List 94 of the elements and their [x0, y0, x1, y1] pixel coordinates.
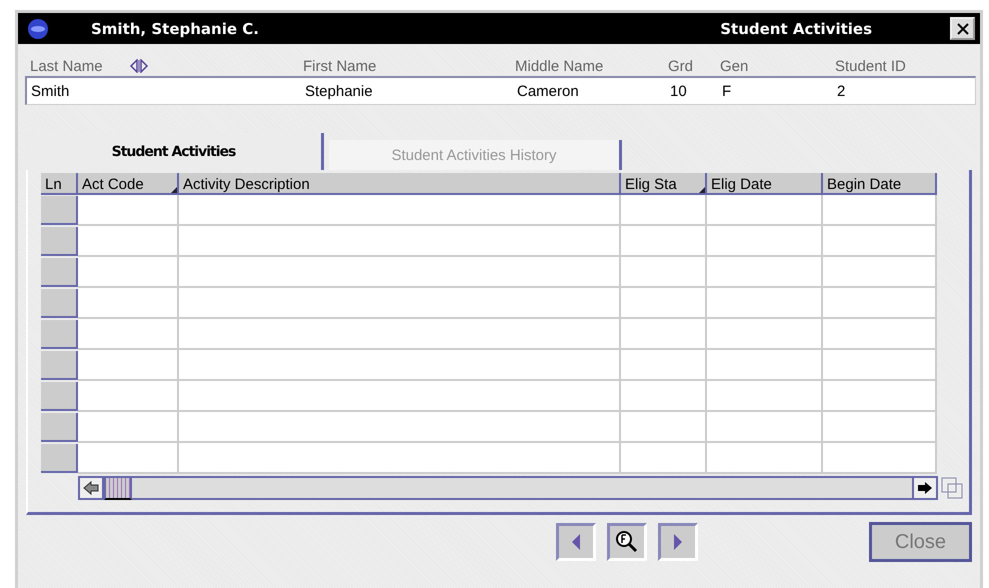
table-cell[interactable]: [621, 257, 707, 288]
table-cell[interactable]: [78, 443, 179, 474]
field-label: Gen: [720, 58, 748, 74]
field-label: Middle Name: [515, 58, 604, 74]
next-button[interactable]: [658, 523, 698, 561]
row-header[interactable]: [41, 289, 78, 318]
close-icon: [956, 22, 968, 34]
table-cell[interactable]: [823, 412, 937, 443]
table-cell[interactable]: [823, 319, 937, 350]
column-header[interactable]: Elig Date: [707, 173, 823, 195]
table-cell[interactable]: [78, 319, 179, 350]
table-cell[interactable]: [78, 412, 179, 443]
field-label: Grd: [668, 58, 694, 74]
right-arrow-icon: [916, 480, 934, 496]
table-cell[interactable]: [179, 412, 621, 443]
table-cell[interactable]: [823, 195, 937, 226]
field-value: 10: [670, 82, 688, 100]
field-value: 2: [837, 82, 846, 100]
table-cell[interactable]: [179, 257, 621, 288]
module-title: Student Activities: [720, 20, 872, 38]
table-cell[interactable]: [78, 195, 179, 226]
field-value: Cameron: [517, 82, 580, 100]
row-header[interactable]: [41, 227, 78, 256]
table-cell[interactable]: [707, 226, 823, 257]
horizontal-scrollbar[interactable]: [78, 474, 963, 502]
table-cell[interactable]: [621, 195, 707, 226]
table-cell[interactable]: [179, 319, 621, 350]
table-cell[interactable]: [78, 226, 179, 257]
column-header[interactable]: Begin Date: [823, 173, 937, 195]
table-cell[interactable]: [78, 350, 179, 381]
previous-button[interactable]: [556, 523, 596, 561]
field-label: Student ID: [835, 58, 906, 74]
row-header[interactable]: [41, 413, 78, 442]
sort-arrows-icon: [128, 59, 149, 73]
scroll-thumb[interactable]: [104, 476, 132, 500]
table-cell[interactable]: [707, 350, 823, 381]
table-cell[interactable]: [78, 257, 179, 288]
scroll-right-button[interactable]: [912, 476, 938, 500]
student-field[interactable]: Smith Stephanie Cameron 10 F 2: [25, 76, 976, 105]
table-cell[interactable]: [179, 443, 621, 474]
table-cell[interactable]: [823, 350, 937, 381]
table-cell[interactable]: [707, 288, 823, 319]
column-header[interactable]: Activity Description: [179, 173, 621, 195]
table-cell[interactable]: [823, 288, 937, 319]
table-cell[interactable]: [78, 288, 179, 319]
table-cell[interactable]: [707, 195, 823, 226]
table-cell[interactable]: [707, 412, 823, 443]
field-value: F: [722, 82, 732, 100]
table-cell[interactable]: [621, 350, 707, 381]
table-cell[interactable]: [823, 443, 937, 474]
row-header[interactable]: [41, 351, 78, 380]
table-cell[interactable]: [621, 226, 707, 257]
close-button[interactable]: [950, 17, 975, 40]
table-cell[interactable]: [621, 412, 707, 443]
magnifier-icon: [615, 530, 639, 554]
scroll-left-button[interactable]: [78, 476, 104, 500]
table-cell[interactable]: [707, 319, 823, 350]
field-label: Last Name: [30, 58, 103, 74]
table-cell[interactable]: [823, 381, 937, 412]
window-title: Smith, Stephanie C.: [91, 20, 260, 38]
column-header[interactable]: Elig Sta: [621, 173, 707, 195]
right-triangle-icon: [672, 533, 684, 551]
table-cell[interactable]: [621, 288, 707, 319]
column-header[interactable]: Act Code: [78, 173, 179, 195]
field-value: Stephanie: [305, 82, 374, 100]
row-header[interactable]: [41, 382, 78, 411]
table-cell[interactable]: [707, 443, 823, 474]
table-cell[interactable]: [823, 257, 937, 288]
table-cell[interactable]: [179, 350, 621, 381]
table-cell[interactable]: [621, 443, 707, 474]
column-header[interactable]: Ln: [41, 173, 78, 195]
row-header[interactable]: [41, 196, 78, 225]
field-value: Smith: [30, 82, 70, 100]
row-header[interactable]: [41, 258, 78, 287]
tab[interactable]: Student Activities: [26, 133, 324, 170]
table-cell[interactable]: [823, 226, 937, 257]
sort-indicator-icon: [171, 187, 177, 193]
table-cell[interactable]: [78, 381, 179, 412]
corner-icon: [941, 477, 963, 499]
table-cell[interactable]: [179, 381, 621, 412]
table-cell[interactable]: [179, 195, 621, 226]
table-cell[interactable]: [621, 319, 707, 350]
left-triangle-icon: [570, 533, 582, 551]
sort-indicator-icon: [699, 187, 705, 193]
table-cell[interactable]: [707, 381, 823, 412]
row-header[interactable]: [41, 320, 78, 349]
table-cell[interactable]: [621, 381, 707, 412]
globe-icon: [27, 18, 49, 40]
find-button[interactable]: [607, 523, 647, 561]
table-cell[interactable]: [179, 226, 621, 257]
left-arrow-icon: [82, 480, 100, 496]
table-cell[interactable]: [707, 257, 823, 288]
field-label: First Name: [303, 58, 376, 74]
table-cell[interactable]: [179, 288, 621, 319]
